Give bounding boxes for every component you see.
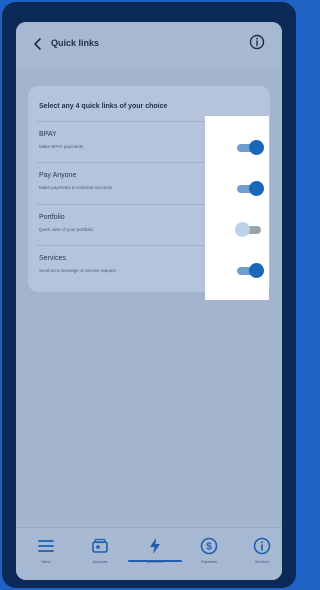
active-tab-indicator <box>128 560 182 562</box>
item-title: Pay Anyone <box>39 172 77 179</box>
card-heading: Select any 4 quick links of your choice <box>39 103 168 110</box>
toggle-knob <box>249 263 264 278</box>
lightning-icon <box>150 538 160 554</box>
tab-label: Accounts <box>92 560 108 564</box>
tab-label: Services <box>255 560 269 564</box>
tab-accounts[interactable]: Accounts <box>80 536 120 576</box>
item-title: Services <box>39 255 66 262</box>
portfolio-toggle[interactable] <box>235 222 265 238</box>
app-screen: Quick links Select any 4 quick links of … <box>16 22 282 580</box>
item-title: Portfolio <box>39 214 65 221</box>
tab-label: Payments <box>201 560 217 564</box>
chevron-left-icon <box>34 38 41 50</box>
info-icon <box>253 537 271 555</box>
tab-menu[interactable]: Menu <box>26 536 66 576</box>
item-subtitle: Send us a message or service request <box>39 268 116 273</box>
item-subtitle: Quick view of your portfolio <box>39 227 94 232</box>
back-button[interactable] <box>30 35 46 53</box>
bottom-tab-bar: Menu Accounts Quick links $ Payments Ser… <box>16 527 282 580</box>
svg-text:$: $ <box>206 542 212 553</box>
toggle-knob <box>235 222 250 237</box>
page-title: Quick links <box>51 38 100 48</box>
info-icon <box>249 34 265 50</box>
dollar-icon: $ <box>200 537 218 555</box>
tab-quick-links[interactable]: Quick links <box>135 536 175 576</box>
item-subtitle: Make BPAY payments <box>39 144 84 149</box>
header-bar: Quick links <box>16 22 282 68</box>
accounts-icon <box>92 538 108 553</box>
info-button[interactable] <box>249 34 265 50</box>
pay-anyone-toggle[interactable] <box>237 181 265 197</box>
services-toggle[interactable] <box>237 263 265 279</box>
item-title: BPAY <box>39 131 57 138</box>
bpay-toggle[interactable] <box>237 140 265 156</box>
toggle-knob <box>249 181 264 196</box>
menu-icon <box>38 540 54 552</box>
tab-label: Menu <box>41 560 51 564</box>
tab-services[interactable]: Services <box>242 536 282 576</box>
item-subtitle: Make payments to external accounts <box>39 185 113 190</box>
toggle-knob <box>249 140 264 155</box>
tab-payments[interactable]: $ Payments <box>189 536 229 576</box>
